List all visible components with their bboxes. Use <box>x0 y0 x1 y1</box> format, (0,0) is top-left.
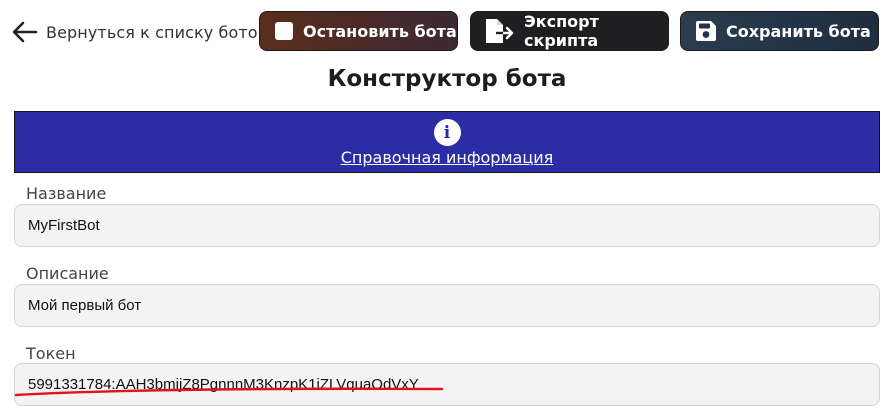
reference-info-link[interactable]: Справочная информация <box>341 148 554 167</box>
floppy-disk-icon <box>695 20 717 42</box>
stop-bot-button[interactable]: Остановить бота <box>259 11 458 51</box>
export-script-label: Экспорт скрипта <box>524 12 599 50</box>
back-to-bots-link[interactable]: Вернуться к списку ботов <box>12 18 267 46</box>
toolbar: Вернуться к списку ботов Остановить бота… <box>0 0 894 62</box>
save-bot-button[interactable]: Сохранить бота <box>680 11 879 51</box>
info-circle-icon: i <box>433 119 461 146</box>
file-export-icon <box>485 18 515 44</box>
red-underline-annotation <box>14 387 444 397</box>
export-script-button[interactable]: Экспорт скрипта <box>470 11 669 51</box>
back-label: Вернуться к списку ботов <box>46 22 268 42</box>
arrow-left-icon <box>12 21 38 43</box>
description-label: Описание <box>26 264 109 283</box>
description-field[interactable]: Мой первый бот <box>14 284 880 327</box>
save-bot-label: Сохранить бота <box>726 21 871 41</box>
name-label: Название <box>26 184 107 203</box>
info-banner: i Справочная информация <box>14 111 880 173</box>
stop-square-icon <box>274 21 294 41</box>
page-title: Конструктор бота <box>327 66 567 92</box>
name-field[interactable]: MyFirstBot <box>14 204 880 247</box>
stop-bot-label: Остановить бота <box>303 21 457 41</box>
token-label: Токен <box>26 344 76 363</box>
